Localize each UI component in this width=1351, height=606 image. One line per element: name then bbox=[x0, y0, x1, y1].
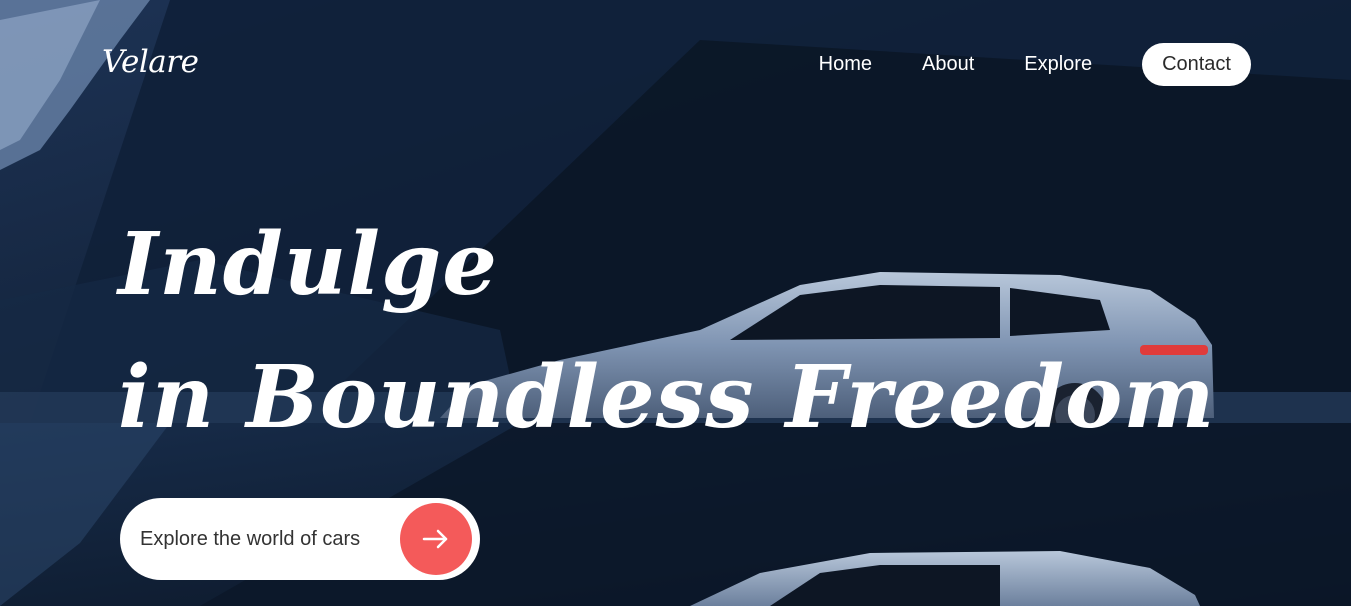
hero-title-line-1: Indulge bbox=[118, 214, 498, 315]
explore-cta[interactable]: Explore the world of cars bbox=[120, 498, 480, 580]
contact-button[interactable]: Contact bbox=[1142, 43, 1251, 86]
arrow-right-icon bbox=[422, 529, 448, 549]
nav-link-about[interactable]: About bbox=[922, 53, 974, 76]
nav-link-explore[interactable]: Explore bbox=[1024, 53, 1092, 76]
nav-link-home[interactable]: Home bbox=[819, 53, 872, 76]
brand-logo[interactable]: Velare bbox=[102, 44, 199, 80]
explore-cta-label: Explore the world of cars bbox=[140, 527, 361, 550]
main-nav: Home About Explore Contact bbox=[819, 43, 1251, 86]
hero-title-line-2: in Boundless Freedom bbox=[118, 347, 1216, 448]
explore-arrow-button[interactable] bbox=[400, 503, 472, 575]
